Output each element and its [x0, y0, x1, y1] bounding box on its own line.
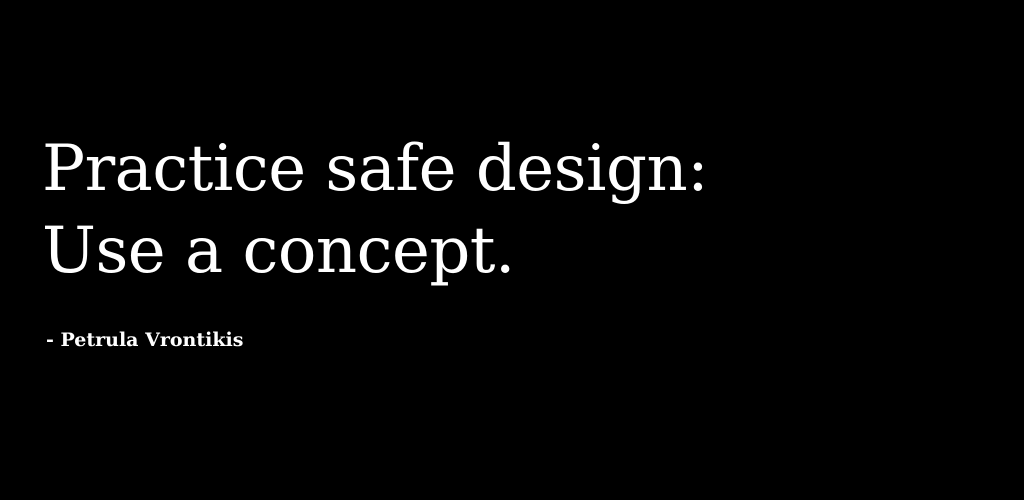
quote-slide: Practice safe design: Use a concept. - P… [0, 0, 1024, 500]
quote-text: Practice safe design: Use a concept. [42, 128, 709, 292]
quote-line-1: Practice safe design: [42, 132, 709, 206]
quote-attribution: - Petrula Vrontikis [46, 329, 244, 351]
quote-line-2: Use a concept. [42, 214, 515, 288]
